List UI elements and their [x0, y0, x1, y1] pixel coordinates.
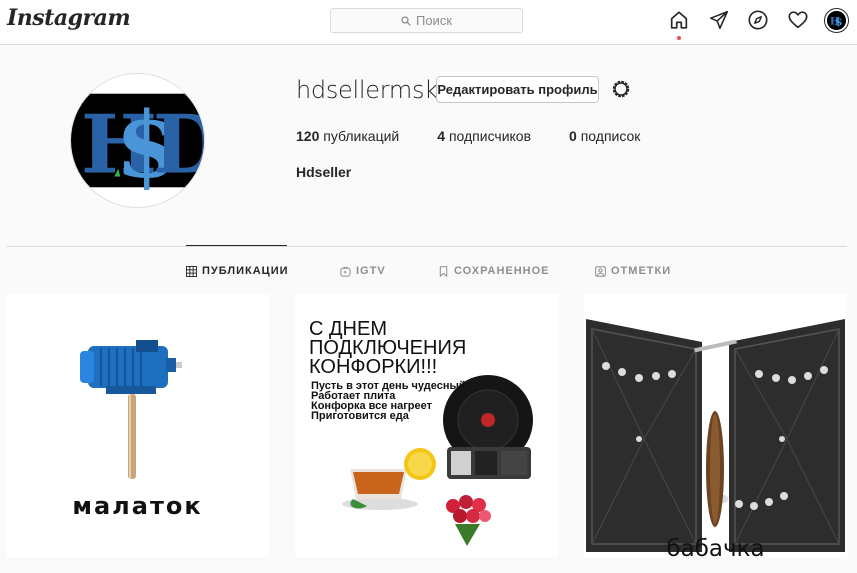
post-tile[interactable]: бабачка [584, 294, 847, 557]
settings-gear-icon[interactable] [610, 78, 632, 100]
following-count[interactable]: 0 подписок [569, 128, 640, 144]
edit-profile-button[interactable]: Редактировать профиль [436, 76, 599, 103]
post-caption: бабачка [666, 536, 765, 557]
svg-text:D: D [153, 98, 204, 193]
profile-full-name: Hdseller [296, 164, 352, 180]
nav-profile-avatar[interactable]: H $ [824, 8, 849, 33]
explore-icon[interactable] [747, 9, 769, 31]
tab-tagged[interactable]: ОТМЕТКИ [595, 265, 671, 277]
svg-text:$: $ [835, 14, 843, 28]
instagram-logo[interactable]: Instagram [7, 5, 131, 31]
tagged-icon [595, 265, 606, 277]
home-icon[interactable] [668, 9, 690, 31]
search-input[interactable]: Поиск [330, 8, 523, 33]
active-tab-indicator [186, 245, 287, 246]
post-body-text: Пусть в этот день чудесный Работает плит… [311, 380, 466, 422]
post-tile[interactable]: С ДНЕМ ПОДКЛЮЧЕНИЯ КОНФОРКИ!!! Пусть в э… [295, 294, 558, 557]
post-image-plates [584, 294, 847, 557]
profile-stats: 120 публикаций 4 подписчиков 0 подписок [296, 128, 678, 144]
post-title-text: С ДНЕМ ПОДКЛЮЧЕНИЯ КОНФОРКИ!!! [309, 318, 467, 378]
profile-username: hdsellermsk [296, 76, 438, 104]
tab-posts[interactable]: ПУБЛИКАЦИИ [186, 265, 289, 277]
search-icon [401, 15, 411, 26]
search-placeholder: Поиск [415, 13, 453, 28]
profile-avatar[interactable]: H $ D [70, 73, 205, 208]
tab-saved[interactable]: СОХРАНЕННОЕ [438, 265, 550, 277]
igtv-icon [340, 265, 351, 277]
tabs-divider [6, 246, 847, 247]
direct-icon[interactable] [708, 9, 730, 31]
top-navbar: Instagram Поиск H $ [0, 0, 857, 45]
tab-igtv[interactable]: IGTV [340, 265, 386, 277]
home-active-indicator [677, 36, 681, 40]
followers-count[interactable]: 4 подписчиков [437, 128, 531, 144]
posts-count: 120 публикаций [296, 128, 400, 144]
post-tile[interactable]: малаток [6, 294, 269, 557]
post-caption: малаток [72, 492, 203, 520]
grid-icon [186, 265, 197, 277]
activity-heart-icon[interactable] [787, 9, 809, 31]
bookmark-icon [439, 265, 448, 277]
